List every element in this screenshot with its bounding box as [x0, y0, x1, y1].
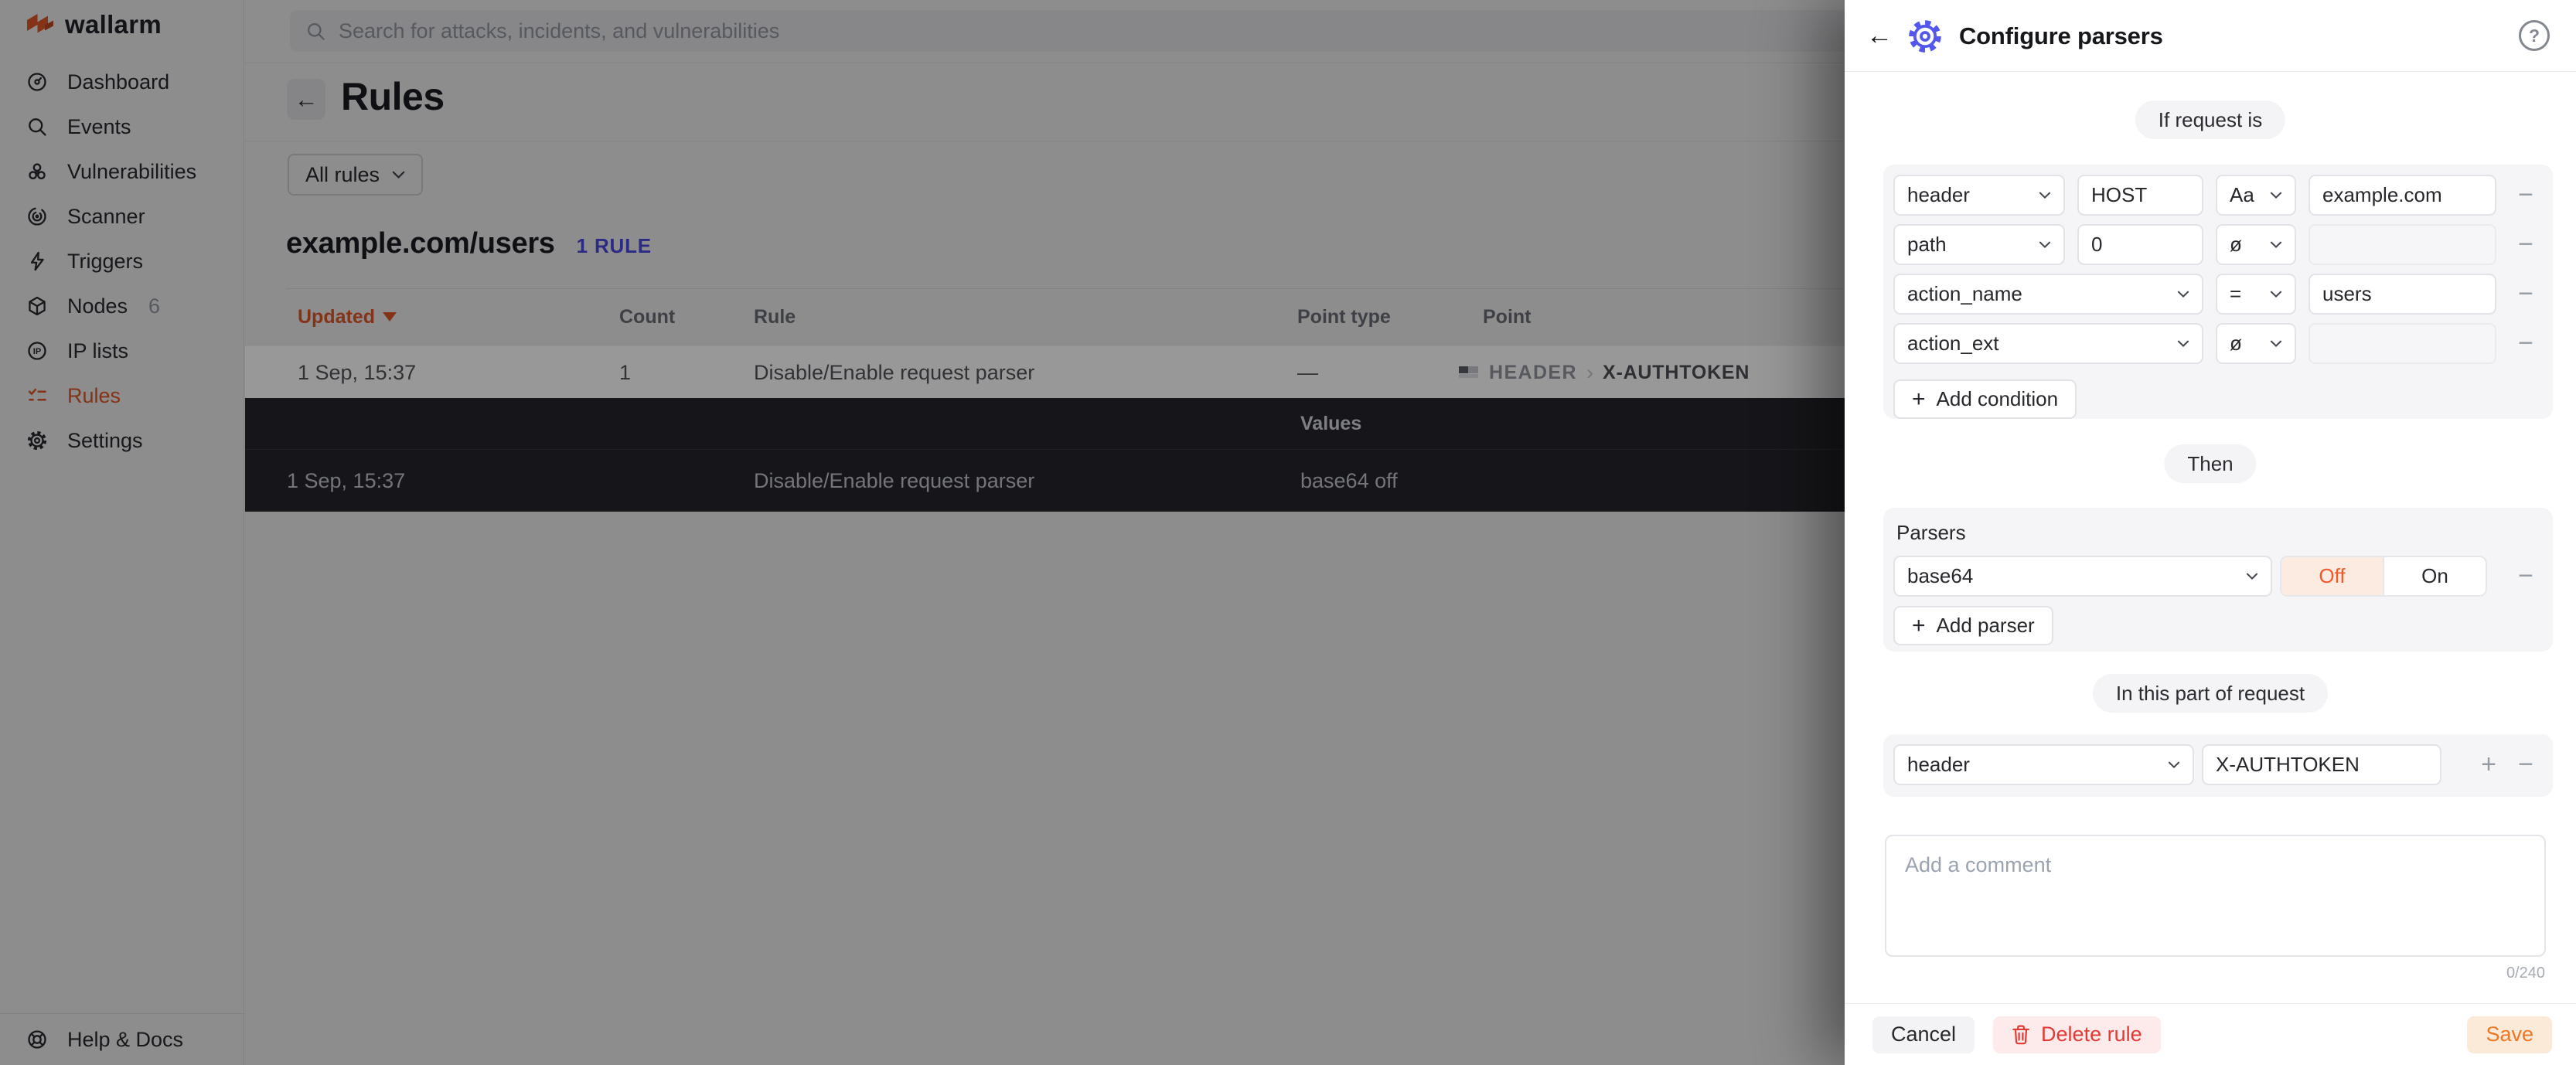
panel-footer: Cancel Delete rule Save [1845, 1003, 2576, 1065]
panel-header: ← Configure parsers ? [1845, 0, 2576, 72]
request-part-container: header + − [1883, 734, 2553, 797]
remove-condition-icon[interactable]: − [2509, 224, 2543, 265]
panel-title: Configure parsers [1959, 0, 2163, 72]
parser-state-toggle: Off On [2280, 556, 2487, 597]
chevron-down-icon [2270, 340, 2282, 348]
section-label-in-this-part: In this part of request [2093, 674, 2328, 713]
condition-value-input-disabled [2309, 224, 2496, 265]
chevron-down-icon [2270, 241, 2282, 249]
help-icon[interactable]: ? [2519, 20, 2550, 51]
condition-row: action_ext ø − [1893, 323, 2543, 364]
delete-rule-button[interactable]: Delete rule [1993, 1016, 2161, 1053]
comment-char-counter: 0/240 [2506, 965, 2545, 982]
parsers-label: Parsers [1896, 521, 2543, 545]
add-part-icon[interactable]: + [2472, 744, 2506, 785]
condition-row: path ø − [1893, 224, 2543, 265]
condition-field-dropdown[interactable]: path [1893, 224, 2065, 265]
save-button[interactable]: Save [2467, 1016, 2552, 1053]
add-parser-button[interactable]: + Add parser [1893, 606, 2053, 645]
panel-back-button[interactable]: ← [1866, 0, 1893, 72]
question-mark-glyph: ? [2529, 26, 2540, 46]
request-part-actions: + − [2472, 744, 2543, 785]
condition-field-dropdown[interactable]: action_name [1893, 274, 2203, 315]
condition-operator-dropdown[interactable]: Aa [2216, 175, 2296, 216]
condition-param-input[interactable] [2077, 175, 2203, 216]
chevron-down-icon [2039, 192, 2051, 199]
remove-condition-icon[interactable]: − [2509, 175, 2543, 216]
plus-icon: + [1912, 386, 1926, 413]
toggle-off-option[interactable]: Off [2281, 557, 2383, 595]
request-part-dropdown[interactable]: header [1893, 744, 2194, 785]
remove-condition-icon[interactable]: − [2509, 274, 2543, 315]
conditions-container: header Aa − path ø [1883, 165, 2553, 419]
wallarm-app: wallarm Dashboard Events [0, 0, 2576, 1065]
request-part-row: header + − [1893, 744, 2543, 785]
back-arrow-icon: ← [1866, 21, 1893, 51]
condition-value-input[interactable] [2309, 175, 2496, 216]
parsers-gear-icon [1906, 18, 1944, 55]
trash-icon [2012, 1025, 2030, 1045]
chevron-down-icon [2246, 573, 2258, 580]
condition-row: action_name = − [1893, 274, 2543, 315]
configure-parsers-panel: ← Configure parsers ? If request is head… [1845, 0, 2576, 1065]
parser-dropdown[interactable]: base64 [1893, 556, 2272, 597]
request-part-value-input[interactable] [2202, 744, 2441, 785]
chevron-down-icon [2177, 340, 2189, 348]
parsers-container: Parsers base64 Off On − + Add parser [1883, 508, 2553, 652]
chevron-down-icon [2168, 761, 2180, 769]
condition-field-dropdown[interactable]: header [1893, 175, 2065, 216]
condition-row: header Aa − [1893, 175, 2543, 216]
condition-operator-dropdown[interactable]: ø [2216, 323, 2296, 364]
toggle-on-option[interactable]: On [2383, 557, 2486, 595]
chevron-down-icon [2177, 291, 2189, 298]
chevron-down-icon [2039, 241, 2051, 249]
condition-param-input[interactable] [2077, 224, 2203, 265]
chevron-down-icon [2270, 291, 2282, 298]
add-condition-button[interactable]: + Add condition [1893, 379, 2077, 419]
condition-value-input[interactable] [2309, 274, 2496, 315]
comment-textarea[interactable] [1885, 835, 2546, 957]
remove-parser-icon[interactable]: − [2509, 556, 2543, 597]
remove-part-icon[interactable]: − [2509, 744, 2543, 785]
condition-field-dropdown[interactable]: action_ext [1893, 323, 2203, 364]
cancel-button[interactable]: Cancel [1872, 1016, 1975, 1053]
condition-operator-dropdown[interactable]: ø [2216, 224, 2296, 265]
section-label-if-request-is: If request is [2135, 100, 2285, 139]
parser-row: base64 Off On − [1893, 556, 2543, 597]
remove-condition-icon[interactable]: − [2509, 323, 2543, 364]
condition-value-input-disabled [2309, 323, 2496, 364]
condition-operator-dropdown[interactable]: = [2216, 274, 2296, 315]
chevron-down-icon [2270, 192, 2282, 199]
plus-icon: + [1912, 613, 1926, 639]
modal-dim-overlay[interactable] [0, 0, 1845, 1065]
section-label-then: Then [2164, 444, 2256, 483]
